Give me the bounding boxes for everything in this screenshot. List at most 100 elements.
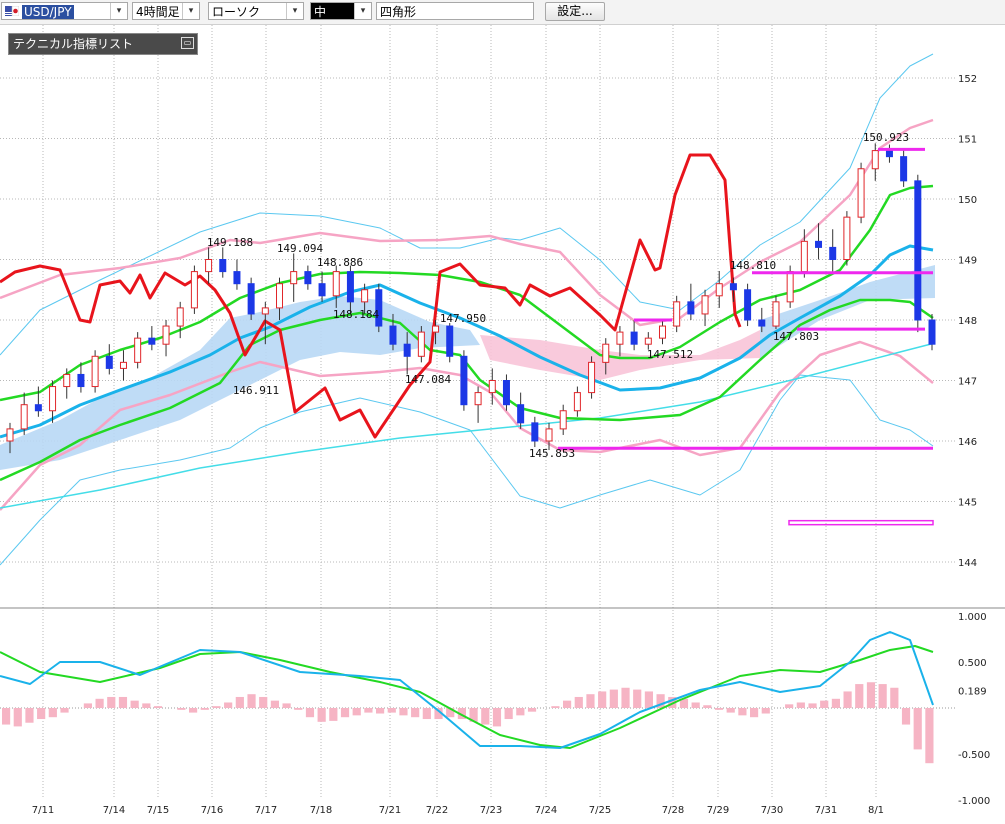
x-tick-label: 7/21 [379, 805, 401, 816]
osc-bar [411, 708, 420, 718]
candle [6, 428, 14, 442]
osc-bar [492, 708, 502, 727]
osc-bar [761, 708, 770, 714]
osc-bar [376, 708, 385, 714]
candle [545, 428, 553, 442]
candle [871, 150, 879, 170]
symbol-select[interactable]: USD/JPY ▾ [1, 2, 128, 20]
candle [488, 380, 496, 394]
price-annotation: 146.911 [233, 384, 279, 397]
osc-bar [387, 708, 396, 713]
y-tick-label: 146 [958, 437, 977, 448]
y-tick-label: 144 [958, 558, 977, 569]
candle [744, 289, 752, 321]
candle [346, 271, 354, 303]
candle [701, 295, 709, 315]
osc-bar [364, 708, 373, 713]
osc-bar [259, 696, 268, 708]
candle [502, 380, 510, 406]
osc-bar [925, 708, 934, 764]
chevron-down-icon: ▾ [286, 3, 303, 19]
osc-bar [866, 682, 876, 708]
candle [389, 325, 397, 345]
price-annotation: 148.810 [730, 259, 776, 272]
price-annotation: 148.184 [333, 308, 380, 321]
osc-bar [785, 704, 794, 708]
line-width-select[interactable]: 中 ▾ [310, 2, 372, 20]
candle [517, 404, 525, 424]
indicator-list-title: テクニカル指標リスト [13, 37, 134, 51]
candle [644, 337, 652, 345]
candle [176, 307, 184, 327]
price-annotation: 149.094 [277, 242, 324, 255]
candle [63, 373, 71, 388]
chart-style-value: ローソク [212, 5, 261, 19]
osc-bar [574, 696, 583, 708]
osc-bar [586, 694, 595, 708]
osc-bar [703, 705, 712, 708]
candle [361, 289, 369, 303]
candle [729, 283, 737, 291]
candle [91, 355, 99, 388]
x-tick-label: 8/1 [868, 805, 884, 816]
osc-bar [831, 698, 840, 708]
candle [49, 386, 57, 412]
candle [786, 271, 794, 303]
candle [772, 301, 780, 327]
price-annotation: 147.084 [405, 373, 452, 386]
x-tick-label: 7/14 [103, 805, 125, 816]
candle [77, 373, 85, 388]
maximize-icon[interactable]: ▭ [181, 37, 194, 49]
price-annotation: 145.853 [529, 447, 575, 460]
y-tick-label: 151 [958, 135, 977, 146]
y-tick-label: 149 [958, 256, 977, 267]
osc-bar [212, 706, 221, 708]
candle [885, 150, 893, 158]
drawing-tool-field[interactable]: 四角形 [376, 2, 534, 20]
candle [417, 331, 425, 357]
price-annotation: 147.950 [440, 312, 486, 325]
osc-bar [189, 708, 198, 713]
osc-bar [25, 708, 34, 723]
candle [205, 259, 213, 273]
osc-bar [107, 696, 116, 708]
chevron-down-icon: ▾ [354, 3, 371, 19]
osc-bar [609, 689, 618, 708]
osc-signal-line [0, 645, 934, 749]
chevron-down-icon: ▾ [182, 3, 199, 19]
osc-bar [13, 708, 22, 727]
candle [20, 404, 28, 430]
osc-bar [808, 703, 817, 708]
candle [559, 410, 567, 430]
toolbar: USD/JPY ▾ 4時間足 ▾ ローソク ▾ 中 ▾ 四角形 設定... [0, 0, 1005, 25]
candle [715, 283, 723, 297]
osc-bar [305, 708, 315, 718]
osc-bar [200, 708, 209, 710]
candle [304, 271, 312, 285]
candle [928, 319, 936, 345]
chart-style-select[interactable]: ローソク ▾ [208, 2, 304, 20]
settings-button[interactable]: 設定... [545, 2, 605, 21]
osc-y-tick-label: -0.500 [958, 750, 990, 761]
candle [34, 404, 42, 412]
osc-bar [901, 708, 911, 725]
candle [914, 180, 922, 321]
x-tick-label: 7/22 [426, 805, 448, 816]
line-width-value: 中 [314, 5, 327, 19]
candle [658, 325, 666, 339]
osc-bar [294, 708, 303, 710]
x-tick-label: 7/23 [480, 805, 502, 816]
x-tick-label: 7/25 [589, 805, 611, 816]
y-tick-label: 148 [958, 316, 977, 327]
osc-bar [855, 684, 864, 708]
indicator-list-panel[interactable]: テクニカル指標リスト ▭ [8, 33, 198, 55]
osc-bar [527, 708, 537, 712]
candle [403, 343, 411, 357]
candle [673, 301, 681, 327]
x-tick-label: 7/17 [255, 805, 277, 816]
timeframe-select[interactable]: 4時間足 ▾ [132, 2, 200, 20]
osc-y-tick-label: -1.000 [958, 796, 990, 807]
osc-bar [633, 689, 642, 708]
ichimoku-cloud [760, 265, 935, 358]
x-tick-label: 7/29 [707, 805, 729, 816]
